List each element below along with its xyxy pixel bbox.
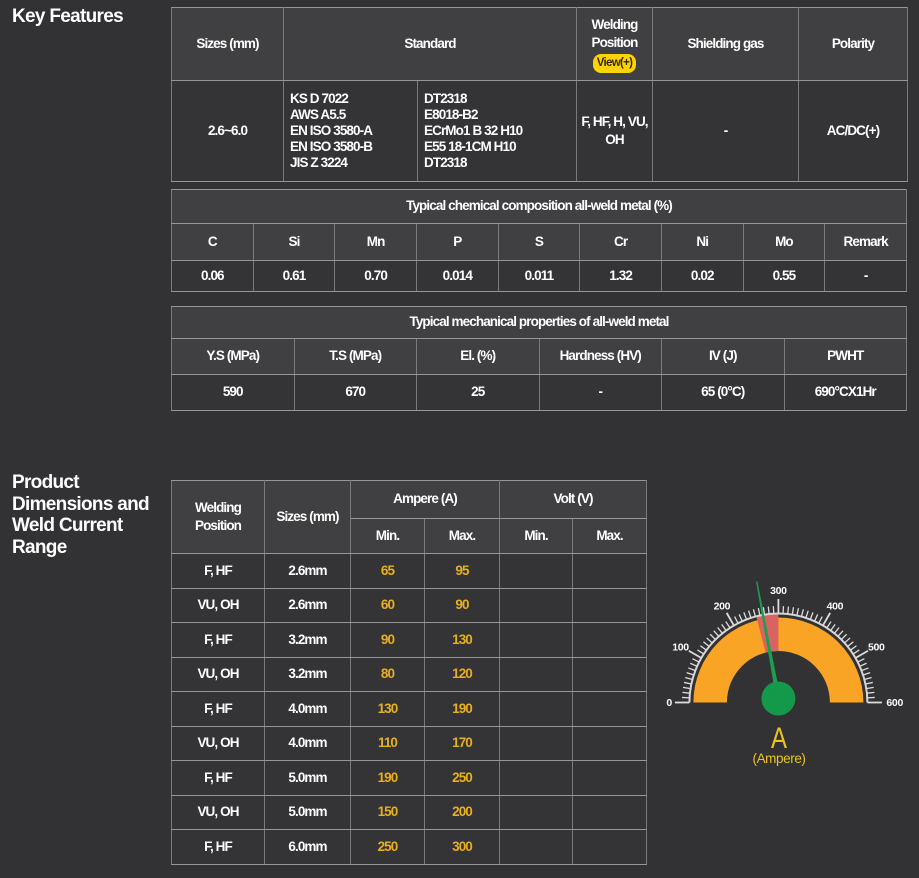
svg-text:400: 400	[827, 600, 844, 612]
svg-text:0: 0	[666, 697, 672, 709]
svg-text:200: 200	[714, 600, 731, 612]
svg-text:600: 600	[886, 697, 903, 709]
svg-text:100: 100	[672, 642, 689, 654]
svg-text:500: 500	[868, 642, 885, 654]
svg-text:300: 300	[770, 585, 787, 597]
